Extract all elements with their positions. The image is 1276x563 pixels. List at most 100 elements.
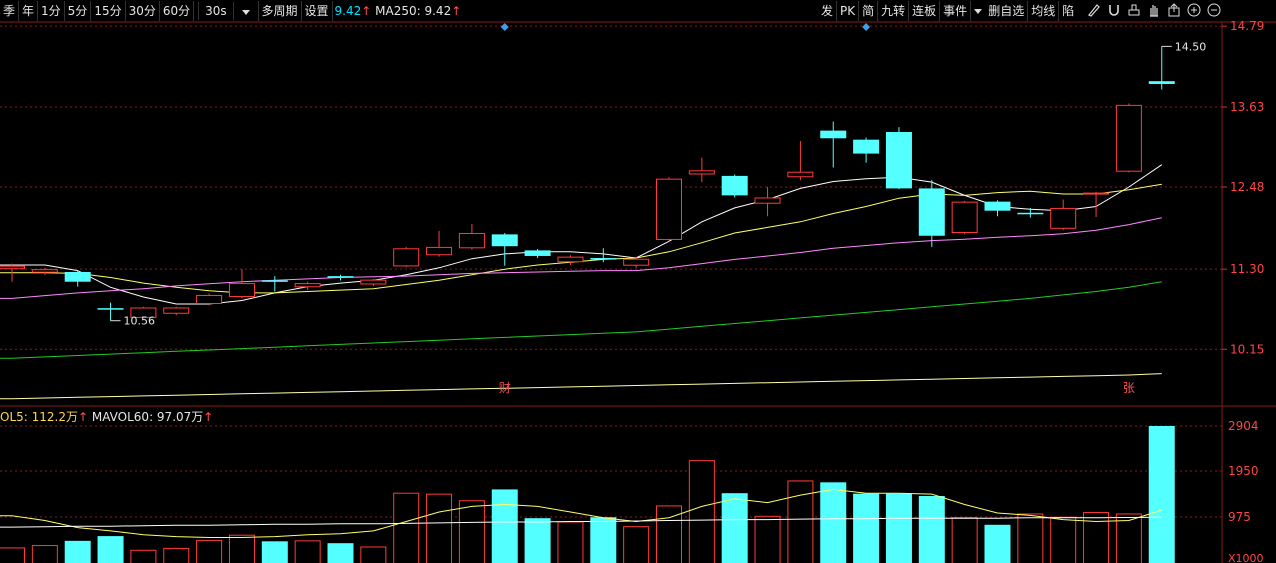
self-select-button[interactable]: 删自选 bbox=[985, 1, 1029, 21]
volume-legend: OL5: 112.2万↑ MAVOL60: 97.07万↑ bbox=[0, 408, 213, 425]
toolbar-right-button-4[interactable]: 连板 bbox=[909, 1, 941, 21]
ma-line-ma60 bbox=[0, 281, 1162, 359]
candle-body bbox=[590, 258, 617, 260]
kline-chart-app: 14.79 13.63 12.48 11.30 10.15 2904 1950 975 X100… bbox=[0, 0, 1276, 563]
toolbar-right-button-0[interactable]: 发 bbox=[818, 1, 838, 21]
volume-bar bbox=[688, 460, 715, 563]
zoom-out-icon[interactable] bbox=[1206, 2, 1222, 18]
volume-bar bbox=[64, 540, 91, 563]
chart-canvas: 14.7913.6312.4811.3010.1529041950975X100… bbox=[0, 19, 1276, 563]
candle bbox=[327, 274, 354, 281]
candle bbox=[984, 200, 1011, 217]
multi-period-button[interactable]: 多周期 bbox=[259, 1, 302, 21]
interval-select[interactable]: 30s bbox=[194, 1, 259, 21]
candle-body bbox=[458, 232, 485, 249]
volume-tick-label: 1950 bbox=[1228, 464, 1259, 478]
candle-body bbox=[984, 201, 1011, 211]
ma-line-ma250 bbox=[0, 373, 1162, 400]
export-icon[interactable] bbox=[1166, 2, 1182, 18]
period-tab-5[interactable]: 30分 bbox=[126, 1, 160, 21]
vol5-up-arrow: ↑ bbox=[77, 410, 89, 424]
volume-bar bbox=[984, 524, 1011, 563]
candle bbox=[1083, 191, 1110, 217]
ma-line-ma5 bbox=[0, 164, 1163, 305]
zoom-in-icon[interactable] bbox=[1186, 2, 1202, 18]
candle-body bbox=[918, 188, 945, 236]
candle-body bbox=[31, 269, 58, 273]
candle-body bbox=[1050, 207, 1077, 229]
stamp-icon[interactable] bbox=[1126, 2, 1142, 18]
volume-bar bbox=[754, 515, 781, 563]
settings-button[interactable]: 设置 bbox=[302, 1, 333, 21]
candle-body bbox=[0, 265, 25, 270]
candle bbox=[754, 187, 781, 217]
volume-bar bbox=[31, 545, 58, 563]
period-tab-3[interactable]: 5分 bbox=[65, 1, 92, 21]
volume-bar bbox=[1017, 513, 1044, 563]
mavol60-up-arrow: ↑ bbox=[203, 410, 214, 424]
candle-body bbox=[1017, 212, 1044, 215]
candle bbox=[64, 270, 91, 287]
candle-body bbox=[196, 294, 223, 305]
volume-bars bbox=[0, 426, 1175, 563]
candle bbox=[1050, 199, 1077, 231]
vol5-legend: OL5: 112.2万 bbox=[0, 410, 78, 424]
ma-up-arrow: ↑ bbox=[361, 4, 372, 18]
candle-body bbox=[721, 175, 748, 196]
info-diamond-marker bbox=[500, 23, 509, 31]
period-tab-1[interactable]: 年 bbox=[19, 1, 39, 21]
candle-body bbox=[327, 276, 354, 278]
candle-body bbox=[261, 280, 288, 282]
period-tab-2[interactable]: 1分 bbox=[38, 1, 65, 21]
toolbar-right-button-2[interactable]: 简 bbox=[859, 1, 879, 21]
candle bbox=[885, 127, 912, 190]
candle bbox=[294, 281, 321, 291]
toolbar: 季年 1分 5分 15分 30分 60分 30s 多周期 设置 9.42↑ MA250: … bbox=[0, 0, 1276, 22]
candles bbox=[0, 46, 1175, 321]
candle bbox=[97, 302, 124, 321]
ma-legend: 9.42↑ MA250: 9.42↑ bbox=[335, 4, 462, 18]
period-tab-6[interactable]: 60分 bbox=[160, 1, 195, 21]
candle-body bbox=[951, 201, 978, 233]
toolbar-right-button-1[interactable]: PK bbox=[837, 1, 860, 21]
candle bbox=[853, 137, 880, 163]
candle bbox=[721, 174, 748, 198]
tool-icons bbox=[1086, 2, 1222, 18]
event-marker-zhang: 张 bbox=[1123, 381, 1135, 395]
events-dropdown-icon[interactable] bbox=[971, 2, 985, 20]
volume-bar bbox=[721, 493, 748, 563]
candle-body bbox=[1148, 81, 1175, 84]
volume-bar bbox=[918, 496, 945, 563]
volume-tick-label: 2904 bbox=[1228, 419, 1259, 433]
toolbar-right-button-3[interactable]: 九转 bbox=[878, 1, 910, 21]
period-tab-4[interactable]: 15分 bbox=[91, 1, 126, 21]
info-diamond-marker bbox=[862, 23, 871, 31]
candle bbox=[426, 230, 453, 257]
candle bbox=[557, 255, 584, 266]
candle-body bbox=[426, 246, 453, 256]
candle bbox=[393, 246, 420, 268]
interval-select-value: 30s bbox=[198, 2, 234, 20]
candle-body bbox=[1083, 192, 1110, 195]
candle bbox=[656, 177, 682, 242]
volume-bar bbox=[294, 540, 321, 563]
candle-body bbox=[853, 139, 880, 154]
candle-body bbox=[360, 279, 387, 285]
volume-tick-label: 975 bbox=[1228, 510, 1251, 524]
ma-lines-button[interactable]: 均线 bbox=[1028, 1, 1060, 21]
candle-body bbox=[754, 197, 781, 204]
truncated-button[interactable]: 陷 bbox=[1059, 1, 1077, 21]
price-tick-label: 10.15 bbox=[1230, 342, 1264, 356]
period-tab-0[interactable]: 季 bbox=[0, 1, 20, 21]
ma250-up-arrow: ↑ bbox=[451, 4, 462, 18]
volume-bar bbox=[951, 517, 978, 563]
candle-body bbox=[393, 248, 420, 267]
hand-icon[interactable] bbox=[1146, 2, 1162, 18]
magnet-icon[interactable] bbox=[1106, 2, 1122, 18]
pencil-icon[interactable] bbox=[1086, 2, 1102, 18]
toolbar-right-button-5[interactable]: 事件 bbox=[940, 1, 972, 21]
candle bbox=[1115, 103, 1142, 173]
volume-bar bbox=[130, 549, 157, 563]
volume-bar bbox=[885, 493, 912, 563]
candle-body bbox=[885, 132, 912, 189]
